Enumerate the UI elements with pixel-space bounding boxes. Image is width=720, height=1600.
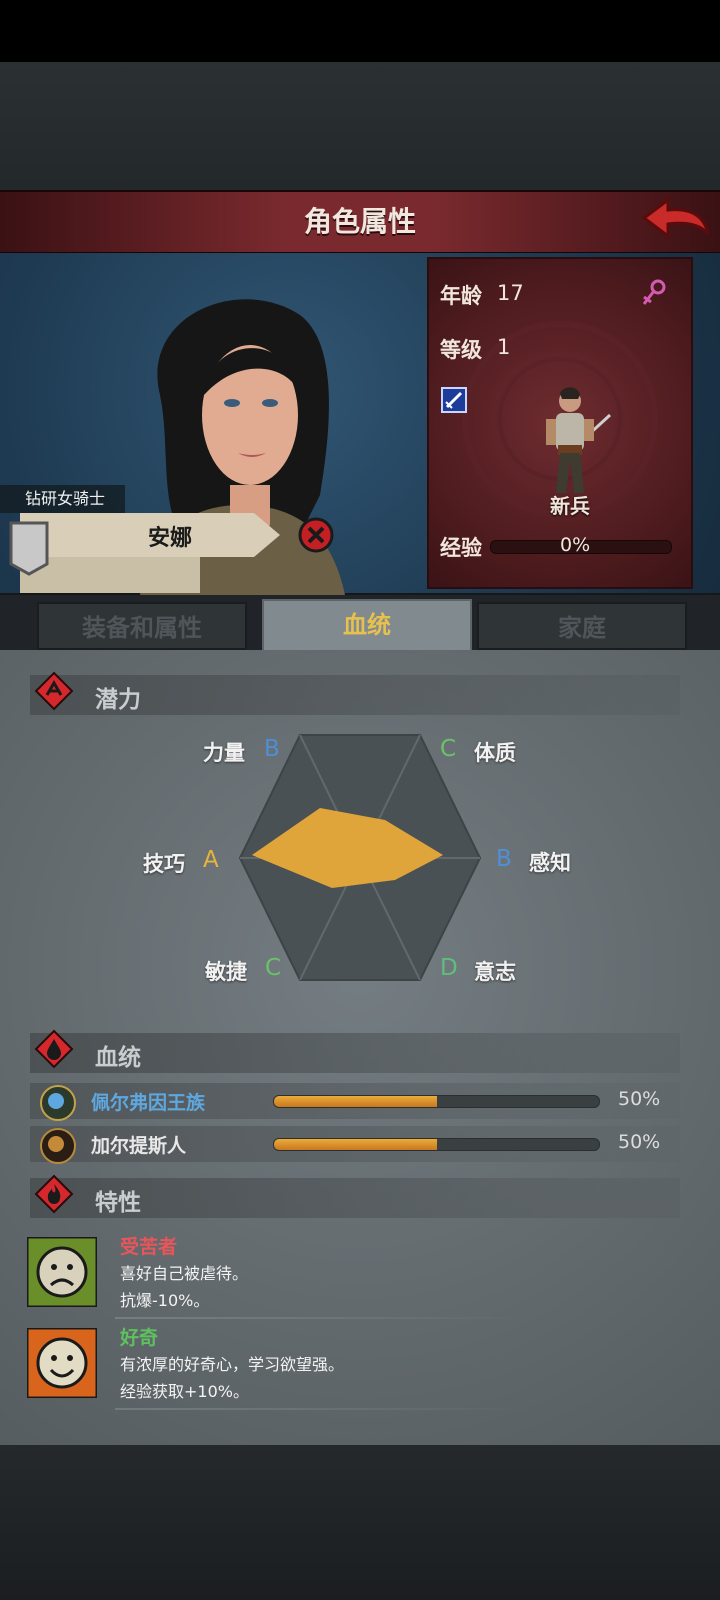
shield-badge-icon[interactable] xyxy=(8,520,50,576)
tab-bloodline[interactable]: 血统 xyxy=(262,599,472,652)
potential-title: 潜力 xyxy=(95,687,141,713)
stat-skill-grade: A xyxy=(203,847,219,873)
tab-equipment[interactable]: 装备和属性 xyxy=(37,602,247,650)
age-value: 17 xyxy=(497,281,524,305)
page-title: 角色属性 xyxy=(303,205,416,238)
stat-perception-label: 感知 xyxy=(529,851,571,875)
stat-will-label: 意志 xyxy=(474,960,516,984)
character-name[interactable]: 安娜 xyxy=(130,520,210,552)
sad-face-icon[interactable] xyxy=(25,1235,99,1309)
close-icon xyxy=(298,517,334,553)
trait-name: 受苦者 xyxy=(120,1236,178,1258)
status-bar-area xyxy=(0,0,720,62)
exp-label: 经验 xyxy=(440,536,482,560)
bloodline-percent: 50% xyxy=(618,1088,661,1110)
age-label: 年龄 xyxy=(440,284,482,308)
stat-perception-grade: B xyxy=(496,846,512,872)
trait-divider xyxy=(115,1408,535,1410)
potential-radar-chart xyxy=(200,730,530,990)
tab-family[interactable]: 家庭 xyxy=(477,602,687,650)
level-label: 等级 xyxy=(440,338,482,362)
potential-icon xyxy=(34,671,74,711)
trait-name: 好奇 xyxy=(120,1327,159,1349)
back-arrow-icon xyxy=(641,197,710,239)
soldier-figure xyxy=(520,385,620,505)
trait-effect: 抗爆-10%。 xyxy=(120,1291,210,1310)
bloodline-bar xyxy=(273,1095,600,1108)
bloodline-fill xyxy=(274,1139,437,1150)
traits-title: 特性 xyxy=(95,1190,141,1216)
bottom-background xyxy=(0,1445,720,1600)
stat-agility-grade: C xyxy=(265,955,282,981)
exp-value: 0% xyxy=(560,534,591,556)
stat-strength-grade: B xyxy=(264,736,280,762)
female-icon xyxy=(640,278,668,308)
stat-skill-label: 技巧 xyxy=(143,852,185,876)
rank-label: 新兵 xyxy=(550,494,590,518)
bloodline-name: 佩尔弗因王族 xyxy=(91,1092,206,1114)
back-button[interactable] xyxy=(640,194,712,246)
bloodline-name: 加尔提斯人 xyxy=(91,1135,187,1157)
stat-agility-label: 敏捷 xyxy=(205,960,247,984)
stat-constitution-grade: C xyxy=(440,736,457,762)
blood-drop-icon xyxy=(34,1029,74,1069)
bloodline-percent: 50% xyxy=(618,1131,661,1153)
happy-face-icon[interactable] xyxy=(25,1326,99,1400)
character-class: 钻研女骑士 xyxy=(0,485,125,513)
royal-crest-icon xyxy=(40,1085,76,1121)
stat-strength-label: 力量 xyxy=(203,741,245,765)
tribe-crest-icon xyxy=(40,1128,76,1164)
stat-will-grade: D xyxy=(440,955,458,981)
bloodline-title: 血统 xyxy=(95,1045,141,1071)
bloodline-bar xyxy=(273,1138,600,1151)
top-background xyxy=(0,62,720,190)
dismiss-button[interactable] xyxy=(298,517,334,553)
bloodline-fill xyxy=(274,1096,437,1107)
trait-description: 有浓厚的好奇心，学习欲望强。 xyxy=(120,1355,345,1374)
trait-effect: 经验获取+10%。 xyxy=(120,1382,249,1401)
sword-icon[interactable] xyxy=(441,387,467,413)
trait-description: 喜好自己被虐待。 xyxy=(120,1264,249,1283)
trait-divider xyxy=(115,1317,535,1319)
level-value: 1 xyxy=(497,335,511,359)
stat-constitution-label: 体质 xyxy=(474,741,516,765)
flame-icon xyxy=(34,1174,74,1214)
